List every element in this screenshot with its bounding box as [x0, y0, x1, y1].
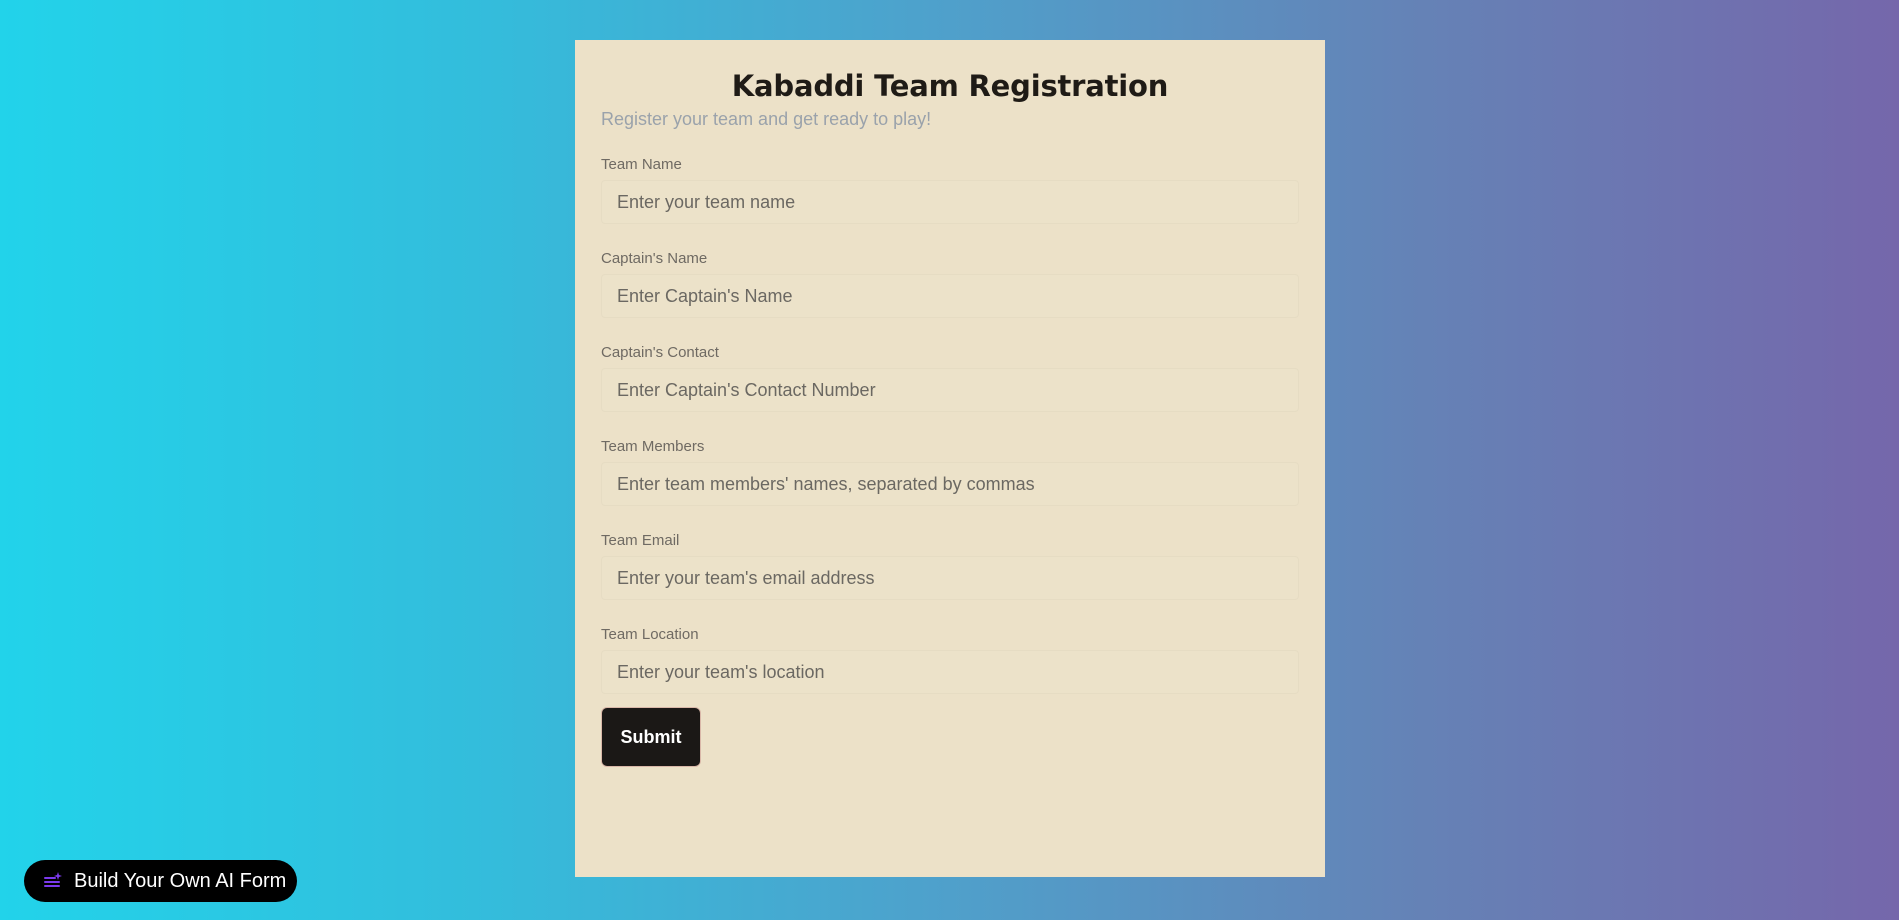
captain-contact-field: Captain's Contact [601, 344, 1299, 412]
build-your-own-form-button[interactable]: Build Your Own AI Form [24, 860, 298, 902]
team-email-input[interactable] [601, 556, 1299, 600]
submit-button[interactable]: Submit [601, 707, 701, 767]
captain-name-input[interactable] [601, 274, 1299, 318]
team-location-label: Team Location [601, 626, 699, 643]
team-name-input[interactable] [601, 180, 1299, 224]
team-email-label: Team Email [601, 532, 680, 549]
captain-contact-input[interactable] [601, 368, 1299, 412]
captain-name-label: Captain's Name [601, 250, 708, 267]
form-title: Kabaddi Team Registration [731, 69, 1169, 103]
team-members-input[interactable] [601, 462, 1299, 506]
team-members-field: Team Members [601, 438, 1299, 506]
build-your-own-form-label: Build Your Own AI Form [74, 870, 287, 892]
team-members-label: Team Members [601, 438, 705, 455]
team-name-label: Team Name [601, 156, 682, 173]
captain-name-field: Captain's Name [601, 250, 1299, 318]
team-location-field: Team Location [601, 626, 1299, 694]
captain-contact-label: Captain's Contact [601, 344, 719, 361]
team-email-field: Team Email [601, 532, 1299, 600]
registration-form: Kabaddi Team Registration Register your … [575, 40, 1325, 877]
team-location-input[interactable] [601, 650, 1299, 694]
team-name-field: Team Name [601, 156, 1299, 224]
form-subtitle: Register your team and get ready to play… [601, 109, 932, 129]
ai-form-builder-icon [42, 871, 62, 891]
